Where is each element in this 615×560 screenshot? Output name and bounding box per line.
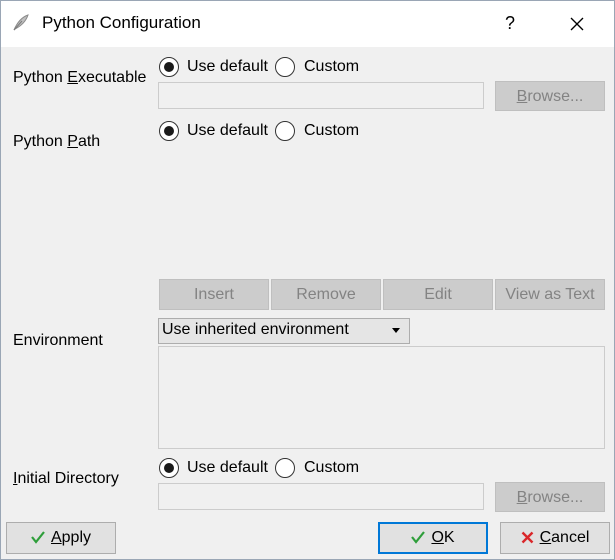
ok-button[interactable]: OK xyxy=(378,522,488,554)
initial-directory-custom-radio[interactable] xyxy=(275,458,295,478)
initial-directory-default-label: Use default xyxy=(187,459,268,476)
view-as-text-button[interactable]: View as Text xyxy=(495,279,605,310)
python-executable-label: Python Executable xyxy=(13,69,147,86)
environment-select-value: Use inherited environment xyxy=(162,321,349,338)
close-icon xyxy=(521,531,533,544)
python-executable-custom-radio[interactable] xyxy=(275,57,295,77)
check-icon xyxy=(411,531,426,544)
python-executable-custom-label: Custom xyxy=(304,58,360,75)
initial-directory-custom-label: Custom xyxy=(304,459,360,476)
python-path-custom-radio[interactable] xyxy=(275,121,295,141)
python-path-default-label: Use default xyxy=(187,122,268,139)
environment-select[interactable]: Use inherited environment xyxy=(158,318,410,344)
cancel-button[interactable]: Cancel xyxy=(500,522,610,554)
check-icon xyxy=(31,531,45,544)
python-configuration-dialog: Python Configuration ? Python Executable… xyxy=(0,0,615,560)
apply-button[interactable]: Apply xyxy=(6,522,116,554)
feather-icon xyxy=(11,13,31,33)
title-bar: Python Configuration ? xyxy=(1,1,614,47)
environment-label: Environment xyxy=(13,332,103,349)
python-path-default-radio[interactable] xyxy=(159,121,179,141)
environment-text-area[interactable] xyxy=(158,346,605,449)
initial-directory-default-radio[interactable] xyxy=(159,458,179,478)
python-executable-browse-button[interactable]: Browse... xyxy=(495,81,605,111)
window-title: Python Configuration xyxy=(42,13,201,32)
python-path-custom-label: Custom xyxy=(304,122,360,139)
python-executable-default-label: Use default xyxy=(187,58,268,75)
initial-directory-browse-button[interactable]: Browse... xyxy=(495,482,605,512)
chevron-down-icon xyxy=(392,328,400,333)
insert-button[interactable]: Insert xyxy=(159,279,269,310)
python-executable-path-field[interactable] xyxy=(158,82,484,109)
close-icon xyxy=(570,17,584,31)
python-path-label: Python Path xyxy=(13,133,101,150)
edit-button[interactable]: Edit xyxy=(383,279,493,310)
help-button[interactable]: ? xyxy=(497,10,523,36)
close-button[interactable] xyxy=(561,10,593,38)
initial-directory-path-field[interactable] xyxy=(158,483,484,510)
remove-button[interactable]: Remove xyxy=(271,279,381,310)
initial-directory-label: Initial Directory xyxy=(13,470,119,487)
python-executable-default-radio[interactable] xyxy=(159,57,179,77)
